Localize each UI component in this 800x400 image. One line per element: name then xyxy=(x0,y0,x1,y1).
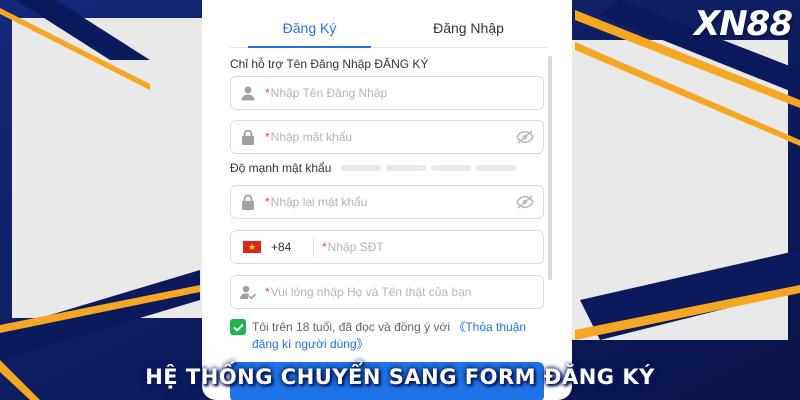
tab-login[interactable]: Đăng Nhập xyxy=(389,0,548,47)
strength-segment xyxy=(341,165,382,171)
country-code[interactable]: +84 xyxy=(271,240,313,254)
agreement-checkbox[interactable] xyxy=(230,319,246,335)
phone-input[interactable]: *Nhập SĐT xyxy=(322,240,543,254)
brand-logo: XN88 xyxy=(694,4,793,44)
divider xyxy=(313,237,314,257)
lock-icon xyxy=(231,129,265,145)
password-strength-label: Độ mạnh mật khẩu xyxy=(230,161,332,175)
tab-register[interactable]: Đăng Ký xyxy=(230,0,389,48)
check-icon xyxy=(232,323,244,332)
user-icon xyxy=(231,85,265,101)
strength-segment xyxy=(431,165,472,171)
confirm-password-input[interactable]: *Nhập lại mật khẩu xyxy=(265,195,507,209)
phone-field[interactable]: ★ +84 *Nhập SĐT xyxy=(230,230,544,264)
password-field[interactable]: *Nhập mật khẩu xyxy=(230,120,544,154)
fullname-input[interactable]: *Vui lòng nhập Họ và Tên thật của bạn xyxy=(265,285,543,299)
username-hint: Chỉ hỗ trợ Tên Đăng Nhập ĐĂNG KÝ xyxy=(230,57,429,71)
registration-panel: Đăng Ký Đăng Nhập Chỉ hỗ trợ Tên Đăng Nh… xyxy=(202,0,572,400)
password-strength-meter xyxy=(341,165,521,171)
eye-off-icon[interactable] xyxy=(507,130,543,144)
user-check-icon xyxy=(231,284,265,300)
strength-segment xyxy=(476,165,517,171)
fullname-field[interactable]: *Vui lòng nhập Họ và Tên thật của bạn xyxy=(230,275,544,309)
auth-tabs: Đăng Ký Đăng Nhập xyxy=(230,0,548,48)
caption-banner: HỆ THỐNG CHUYỂN SANG FORM ĐĂNG KÝ xyxy=(145,365,655,389)
confirm-password-field[interactable]: *Nhập lại mật khẩu xyxy=(230,185,544,219)
vietnam-flag-icon[interactable]: ★ xyxy=(243,241,261,253)
password-input[interactable]: *Nhập mật khẩu xyxy=(265,130,507,144)
username-input[interactable]: *Nhập Tên Đăng Nhập xyxy=(265,86,543,100)
strength-segment xyxy=(386,165,427,171)
agreement-text: Tôi trên 18 tuổi, đã đọc và đồng ý với 《… xyxy=(252,320,527,351)
form-scrollbar[interactable] xyxy=(548,56,552,280)
username-field[interactable]: *Nhập Tên Đăng Nhập xyxy=(230,76,544,110)
lock-icon xyxy=(231,194,265,210)
password-strength: Độ mạnh mật khẩu xyxy=(230,161,521,175)
eye-off-icon[interactable] xyxy=(507,195,543,209)
agreement-row: Tôi trên 18 tuổi, đã đọc và đồng ý với 《… xyxy=(230,319,532,353)
